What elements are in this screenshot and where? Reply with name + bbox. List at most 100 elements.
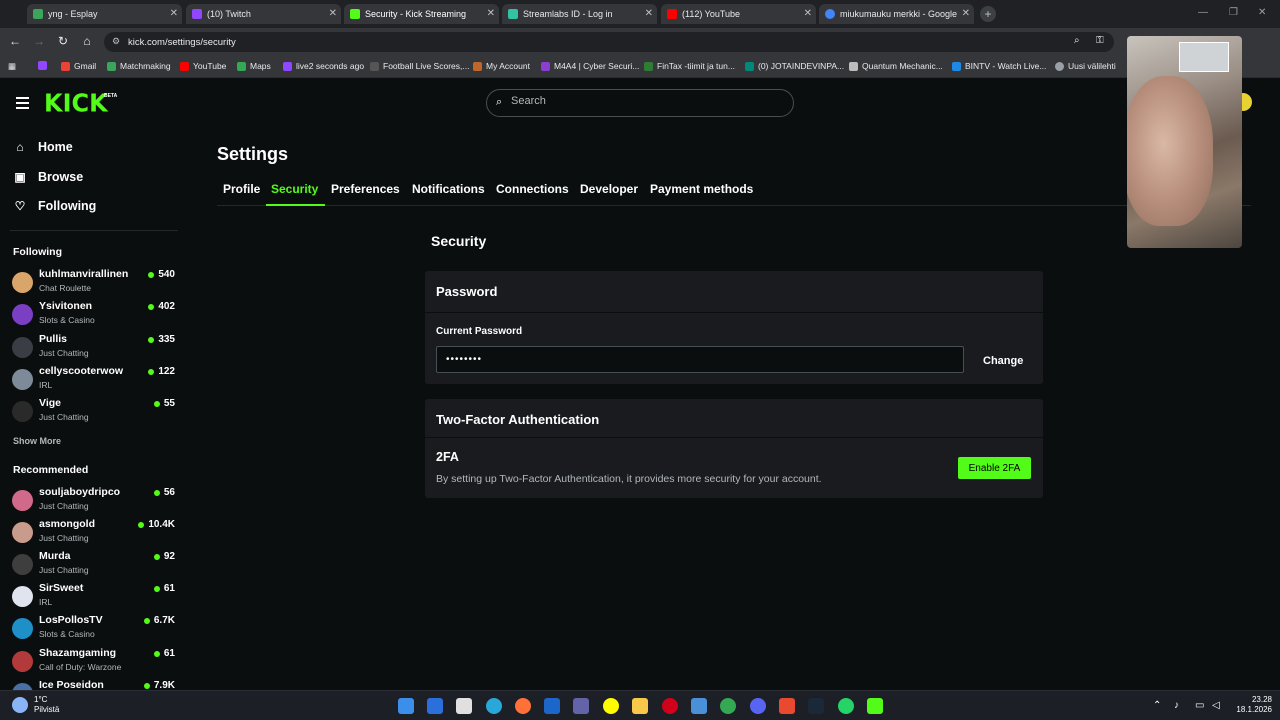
clock[interactable]: 23.28 18.1.2026 — [1230, 695, 1272, 715]
bookmark-item[interactable] — [38, 61, 51, 70]
apps-grid-icon[interactable]: ▦ — [8, 61, 16, 72]
file-explorer-icon[interactable] — [632, 698, 648, 714]
tab-payment-methods[interactable]: Payment methods — [650, 182, 753, 196]
channel-item[interactable]: cellyscooterwow IRL 122 — [12, 365, 175, 395]
app-icon[interactable] — [779, 698, 795, 714]
enable-2fa-button[interactable]: Enable 2FA — [958, 457, 1031, 479]
maximize-icon[interactable]: ❐ — [1229, 7, 1238, 18]
channel-item[interactable]: Pullis Just Chatting 335 — [12, 333, 175, 363]
kick-favicon-icon — [350, 9, 360, 19]
tab-security[interactable]: Security — [271, 182, 318, 196]
weather-widget[interactable]: 1°C Pilvistä — [34, 695, 59, 715]
bookmark-item[interactable]: BINTV - Watch Live... — [952, 61, 1046, 71]
site-info-icon[interactable]: ⚙ — [112, 36, 120, 47]
search-box[interactable]: ⌕ — [486, 89, 794, 117]
bookmark-item[interactable]: Maps — [237, 61, 271, 71]
browser-tab-streamlabs[interactable]: Streamlabs ID - Log in ✕ — [502, 4, 657, 24]
tray-chevron-icon[interactable]: ⌃ — [1153, 700, 1161, 711]
close-icon[interactable]: ✕ — [170, 8, 178, 19]
bookmark-item[interactable]: FinTax -tiimit ja tun... — [644, 61, 735, 71]
back-icon[interactable]: ← — [7, 34, 23, 48]
channel-item[interactable]: LosPollosTV Slots & Casino 6.7K — [12, 614, 175, 644]
bookmark-item[interactable]: Quantum Mechanic... — [849, 61, 943, 71]
m4a4-icon — [541, 61, 550, 71]
app-icon[interactable] — [427, 698, 443, 714]
snapchat-icon[interactable] — [603, 698, 619, 714]
browser-tab-twitch[interactable]: (10) Twitch ✕ — [186, 4, 341, 24]
sidebar-item-home[interactable]: ⌂ Home — [13, 137, 72, 157]
channel-item[interactable]: souljaboydripco Just Chatting 56 — [12, 486, 175, 516]
channel-item[interactable]: SirSweet IRL 61 — [12, 582, 175, 612]
current-password-field[interactable]: •••••••• — [436, 346, 964, 373]
tab-profile[interactable]: Profile — [223, 182, 260, 196]
network-icon[interactable]: ▭ — [1195, 700, 1204, 711]
opera-icon[interactable] — [662, 698, 678, 714]
tab-preferences[interactable]: Preferences — [331, 182, 400, 196]
window-close-icon[interactable]: ✕ — [1258, 7, 1266, 18]
firefox-icon[interactable] — [515, 698, 531, 714]
bookmark-item[interactable]: YouTube — [180, 61, 226, 71]
viewer-count-value: 402 — [158, 301, 175, 312]
bookmark-item[interactable]: live2 seconds ago — [283, 61, 364, 71]
teams-icon[interactable] — [573, 698, 589, 714]
site-header: KICK BETA ⌕ — [0, 78, 1280, 128]
search-input[interactable] — [511, 95, 781, 107]
close-icon[interactable]: ✕ — [645, 8, 653, 19]
app-icon[interactable] — [544, 698, 560, 714]
sidebar-item-browse[interactable]: ▣ Browse — [13, 167, 83, 187]
home-button-icon[interactable]: ⌂ — [79, 34, 95, 48]
app-icon[interactable] — [691, 698, 707, 714]
browser-tab-esplay[interactable]: yng - Esplay ✕ — [27, 4, 182, 24]
twofa-description: By setting up Two-Factor Authentication,… — [436, 473, 822, 485]
password-key-icon[interactable]: ⚿ — [1096, 35, 1104, 46]
bookmark-item[interactable]: M4A4 | Cyber Securi... — [541, 61, 639, 71]
close-icon[interactable]: ✕ — [804, 8, 812, 19]
channel-item[interactable]: Ysivitonen Slots & Casino 402 — [12, 300, 175, 330]
channel-item[interactable]: Murda Just Chatting 92 — [12, 550, 175, 580]
close-icon[interactable]: ✕ — [329, 8, 337, 19]
store-icon[interactable] — [456, 698, 472, 714]
channel-item[interactable]: Ice Poseidon 7.9K — [12, 679, 175, 690]
bookmark-item[interactable]: Football Live Scores,... — [370, 61, 469, 71]
edge-icon[interactable] — [486, 698, 502, 714]
kick-logo[interactable]: KICK — [44, 88, 108, 117]
forward-icon[interactable]: → — [31, 34, 47, 48]
channel-item[interactable]: asmongold Just Chatting 10.4K — [12, 518, 175, 548]
microphone-icon[interactable]: ♪ — [1174, 700, 1179, 711]
chrome-icon[interactable] — [720, 698, 736, 714]
browser-tab-google[interactable]: miukumauku merkki - Google ✕ — [819, 4, 974, 24]
new-tab-button[interactable]: + — [980, 6, 996, 22]
bookmark-label: Maps — [250, 61, 271, 71]
kick-app-icon[interactable] — [867, 698, 883, 714]
close-icon[interactable]: ✕ — [487, 8, 495, 19]
browser-toolbar: ← → ↻ ⌂ ⚙ kick.com/settings/security ⌕ ⚿ — [0, 28, 1280, 56]
show-more-button[interactable]: Show More — [13, 436, 61, 446]
whatsapp-icon[interactable] — [838, 698, 854, 714]
discord-icon[interactable] — [750, 698, 766, 714]
browser-tab-kick[interactable]: Security - Kick Streaming ✕ — [344, 4, 499, 24]
channel-item[interactable]: Shazamgaming Call of Duty: Warzone 61 — [12, 647, 175, 677]
steam-icon[interactable] — [808, 698, 824, 714]
bookmark-item[interactable]: (0) JOTAINDEVINPA... — [745, 61, 844, 71]
minimize-icon[interactable]: — — [1198, 7, 1208, 18]
bookmark-item[interactable]: Gmail — [61, 61, 96, 71]
volume-icon[interactable]: ◁ — [1212, 700, 1220, 711]
weather-icon[interactable] — [12, 697, 28, 713]
change-password-button[interactable]: Change — [973, 350, 1033, 372]
address-bar[interactable]: ⚙ kick.com/settings/security ⌕ ⚿ — [104, 32, 1114, 52]
bookmark-item[interactable]: My Account — [473, 61, 530, 71]
sidebar-item-following[interactable]: ♡ Following — [13, 196, 97, 216]
tab-connections[interactable]: Connections — [496, 182, 569, 196]
menu-icon[interactable] — [16, 97, 29, 109]
tab-notifications[interactable]: Notifications — [412, 182, 485, 196]
channel-item[interactable]: kuhlmanvirallinen Chat Roulette 540 — [12, 268, 175, 298]
browser-tab-youtube[interactable]: (112) YouTube ✕ — [661, 4, 816, 24]
channel-item[interactable]: Vige Just Chatting 55 — [12, 397, 175, 427]
reload-icon[interactable]: ↻ — [55, 34, 71, 48]
bookmark-item[interactable]: Uusi välilehti — [1055, 61, 1116, 71]
bookmark-item[interactable]: Matchmaking — [107, 61, 171, 71]
zoom-icon[interactable]: ⌕ — [1074, 35, 1080, 46]
tab-developer[interactable]: Developer — [580, 182, 638, 196]
start-icon[interactable] — [398, 698, 414, 714]
close-icon[interactable]: ✕ — [962, 8, 970, 19]
